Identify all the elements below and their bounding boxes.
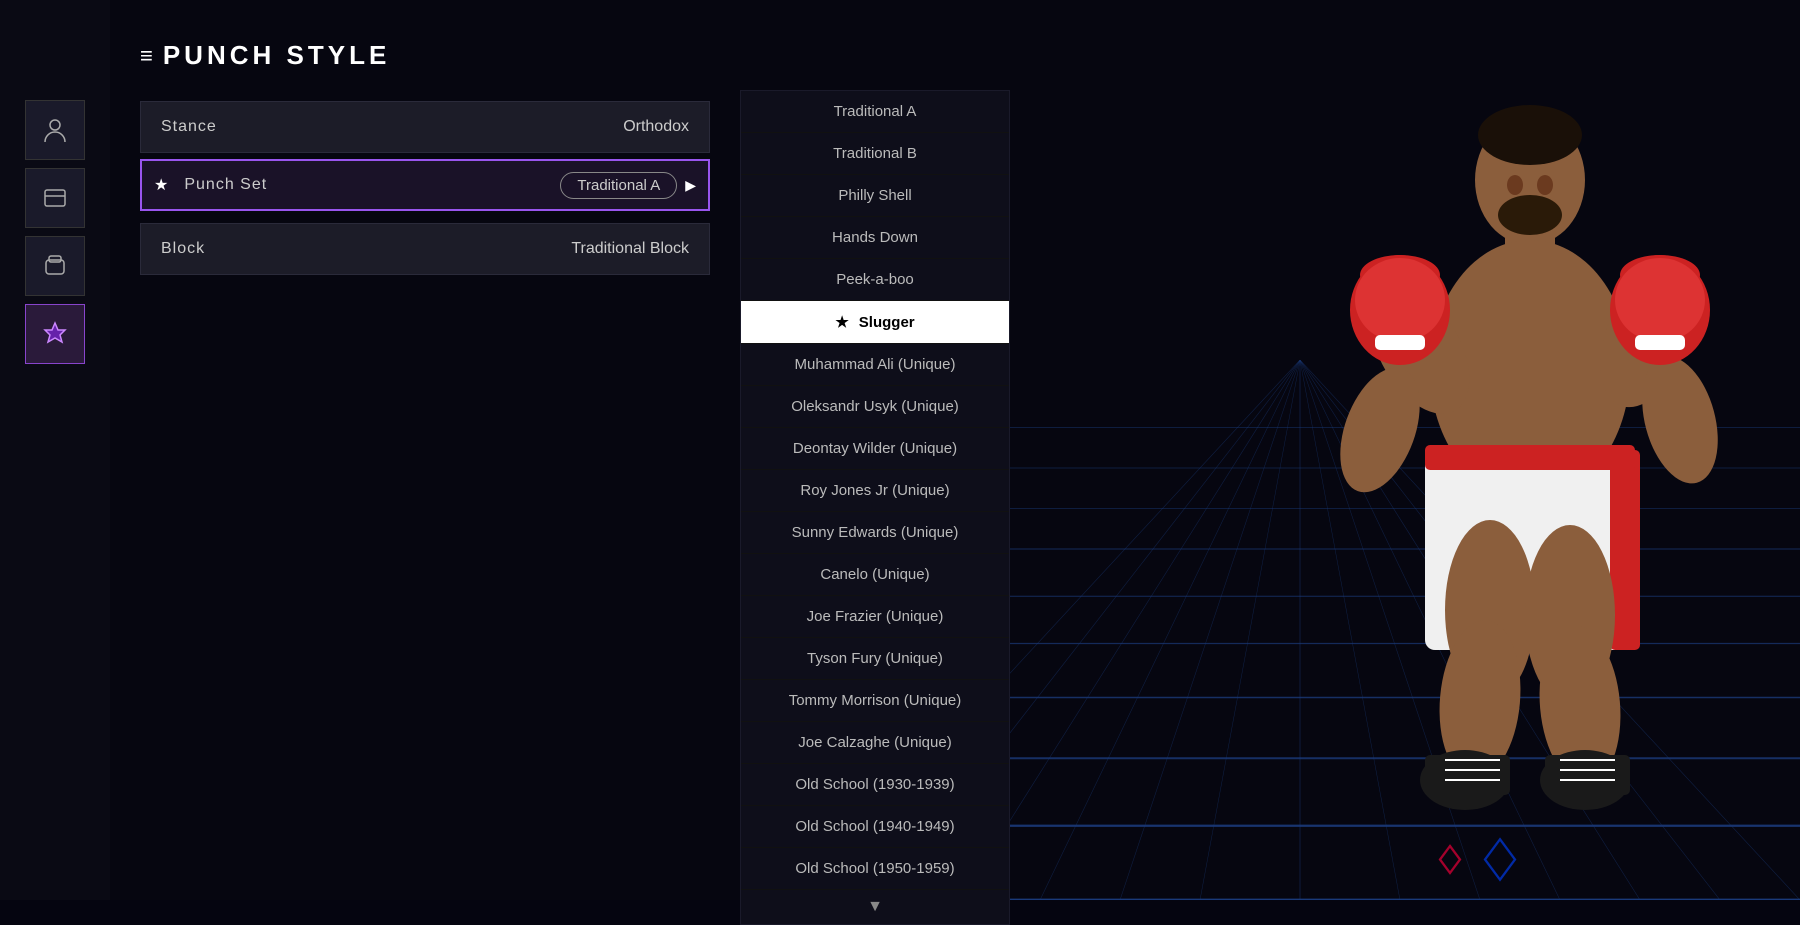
dropdown-item-canelo[interactable]: Canelo (Unique) <box>741 554 1009 596</box>
sidebar-item-glove[interactable] <box>25 236 85 296</box>
dropdown-item-label: Slugger <box>859 314 915 331</box>
sidebar-item-person[interactable] <box>25 100 85 160</box>
page-title: PUNCH STYLE <box>163 40 390 71</box>
punch-set-right: Traditional A ▶ <box>560 172 696 199</box>
stance-value: Orthodox <box>623 118 689 136</box>
sidebar-item-special[interactable] <box>25 304 85 364</box>
selected-star-icon: ★ <box>835 313 848 331</box>
punch-set-row[interactable]: ★ Punch Set Traditional A ▶ <box>140 159 710 211</box>
punch-set-value-capsule: Traditional A <box>560 172 677 199</box>
block-row[interactable]: Block Traditional Block <box>140 223 710 275</box>
character-figure <box>1170 60 1750 840</box>
page-title-container: ≡ PUNCH STYLE <box>140 40 780 71</box>
sidebar-item-fighter[interactable] <box>25 168 85 228</box>
dropdown-item-roy-jones-jr[interactable]: Roy Jones Jr (Unique) <box>741 470 1009 512</box>
dropdown-item-old-school-1950[interactable]: Old School (1950-1959) <box>741 848 1009 890</box>
punch-set-star: ★ <box>154 175 168 195</box>
dropdown-item-old-school-1940[interactable]: Old School (1940-1949) <box>741 806 1009 848</box>
main-content: ≡ PUNCH STYLE Stance Orthodox ★ Punch Se… <box>110 0 810 900</box>
dropdown-item-sunny-edwards[interactable]: Sunny Edwards (Unique) <box>741 512 1009 554</box>
dropdown-item-peek-a-boo[interactable]: Peek-a-boo <box>741 259 1009 301</box>
menu-icon: ≡ <box>140 43 153 69</box>
dropdown-item-tommy-morrison[interactable]: Tommy Morrison (Unique) <box>741 680 1009 722</box>
dropdown-item-joe-frazier[interactable]: Joe Frazier (Unique) <box>741 596 1009 638</box>
stance-label: Stance <box>161 118 217 136</box>
dropdown-item-hands-down[interactable]: Hands Down <box>741 217 1009 259</box>
dropdown-item-old-school-1930[interactable]: Old School (1930-1939) <box>741 764 1009 806</box>
punch-set-value: Traditional A <box>577 177 660 194</box>
stance-row[interactable]: Stance Orthodox <box>140 101 710 153</box>
dropdown-scroll-down[interactable]: ▼ <box>741 890 1009 924</box>
block-label: Block <box>161 240 205 258</box>
dropdown-item-muhammad-ali[interactable]: Muhammad Ali (Unique) <box>741 344 1009 386</box>
dropdown-item-joe-calzaghe[interactable]: Joe Calzaghe (Unique) <box>741 722 1009 764</box>
dropdown-item-traditional-b[interactable]: Traditional B <box>741 133 1009 175</box>
punch-set-label: Punch Set <box>184 176 267 194</box>
dropdown-item-deontay-wilder[interactable]: Deontay Wilder (Unique) <box>741 428 1009 470</box>
dropdown-item-oleksandr-usyk[interactable]: Oleksandr Usyk (Unique) <box>741 386 1009 428</box>
sidebar <box>0 0 110 900</box>
punch-set-arrow: ▶ <box>685 177 696 194</box>
dropdown-item-philly-shell[interactable]: Philly Shell <box>741 175 1009 217</box>
punch-style-dropdown: Traditional ATraditional BPhilly ShellHa… <box>740 90 1010 925</box>
dropdown-item-slugger[interactable]: ★ Slugger <box>741 301 1009 344</box>
dropdown-item-tyson-fury[interactable]: Tyson Fury (Unique) <box>741 638 1009 680</box>
dropdown-item-traditional-a[interactable]: Traditional A <box>741 91 1009 133</box>
block-value: Traditional Block <box>571 240 689 258</box>
